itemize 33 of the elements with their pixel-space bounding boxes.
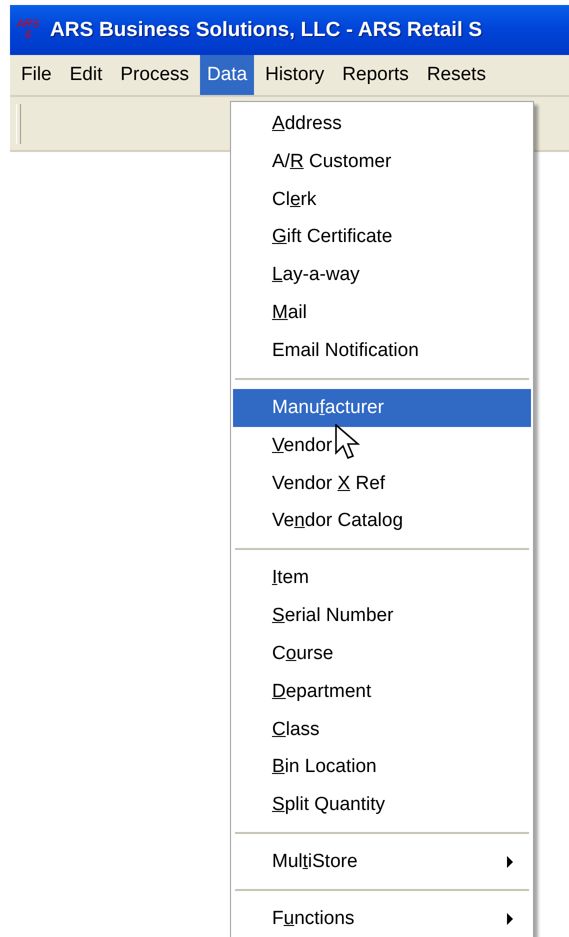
window-title: ARS Business Solutions, LLC - ARS Retail S <box>50 18 482 42</box>
submenu-arrow-icon <box>505 855 515 870</box>
menu-item[interactable]: Gift Certificate <box>272 226 515 248</box>
menu-item[interactable]: Department <box>272 680 515 703</box>
menu-bar-item[interactable]: Resets <box>420 55 493 95</box>
menu-item[interactable]: Vendor X Ref <box>272 472 515 494</box>
menu-item[interactable]: Class <box>272 718 515 741</box>
submenu-arrow-icon <box>505 912 515 926</box>
menu-item[interactable]: Bin Location <box>272 756 515 778</box>
menu-bar-item[interactable]: Process <box>113 55 196 95</box>
menu-item[interactable]: Mail <box>272 302 515 324</box>
menu-item[interactable]: Manufacturer <box>272 396 515 419</box>
menu-item[interactable]: Course <box>272 642 515 665</box>
menu-bar-item[interactable]: History <box>258 55 332 95</box>
menu-item[interactable]: Item <box>272 567 515 590</box>
menu-item[interactable]: Vendor Catalog <box>272 510 515 532</box>
menu-item[interactable]: Clerk <box>272 188 515 211</box>
menu-item[interactable]: Serial Number <box>272 605 515 628</box>
menu-item[interactable]: Email Notification <box>272 340 515 362</box>
menu-item[interactable]: Address <box>272 112 515 135</box>
menu-item[interactable]: MultiStore <box>272 851 505 874</box>
app-logo-icon: ARS 6 <box>14 19 42 41</box>
mouse-pointer-icon <box>335 424 361 462</box>
menu-item[interactable]: Vendor <box>272 434 515 457</box>
menu-item[interactable]: Split Quantity <box>272 794 515 816</box>
menu-bar-item[interactable]: Reports <box>335 55 416 95</box>
highlighted-menu-row[interactable]: Manufacturer <box>233 388 531 427</box>
menu-item[interactable]: Lay-a-way <box>272 264 515 286</box>
menu-bar-item[interactable]: File <box>14 55 59 95</box>
menu-bar-item[interactable]: Edit <box>62 55 110 95</box>
menu-item[interactable]: Functions <box>272 908 505 930</box>
menu-item[interactable]: A/R Customer <box>272 150 515 173</box>
menu-bar-item[interactable]: Data <box>200 55 254 95</box>
